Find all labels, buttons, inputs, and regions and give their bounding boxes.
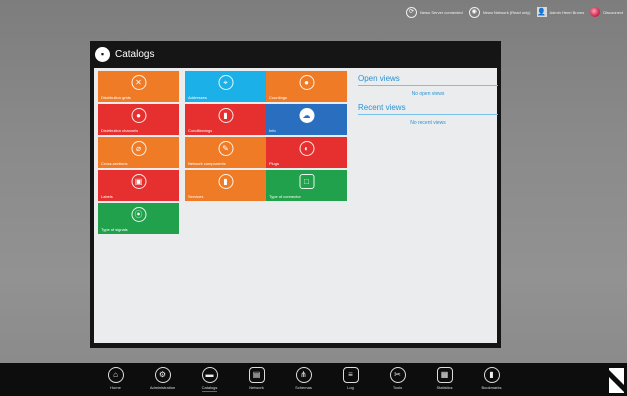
nav-tools[interactable]: ✂ Tools xyxy=(374,363,421,396)
tile-countings[interactable]: ● Countings xyxy=(266,71,347,102)
tile-label: Addresses xyxy=(188,95,207,100)
address-icon: ⌖ xyxy=(218,75,233,90)
open-views-heading: Open views xyxy=(358,74,498,86)
server-status-label: Newo Server connected xyxy=(420,9,463,15)
home-icon: ⌂ xyxy=(107,367,124,383)
pencil-icon: ✎ xyxy=(218,141,233,156)
schemas-icon: ⋔ xyxy=(295,367,312,383)
tile-label: Cross-sections xyxy=(101,161,128,166)
tile-label: Plugs xyxy=(269,161,280,166)
nav-statistics[interactable]: ▦ Statistics xyxy=(421,363,468,396)
taskbar-nav: ⌂ Home ⚙ Administration ▬ Catalogs ▤ Net… xyxy=(92,363,515,396)
connector-icon: □ xyxy=(299,174,314,189)
tile-plugs[interactable]: ◐ Plugs xyxy=(266,137,347,168)
apple-icon: ● xyxy=(131,108,146,123)
brand-logo xyxy=(604,368,624,393)
x-circle-icon: ✕ xyxy=(131,75,146,90)
window-body: ✕ Distribution grids ⌖ Addresses ● Count… xyxy=(94,68,498,343)
window-header: ▪ Catalogs xyxy=(90,41,501,68)
recent-views-empty: No recent views xyxy=(410,120,446,126)
plug-icon: ◐ xyxy=(299,141,314,156)
server-icon: ⟳ xyxy=(406,6,418,18)
tile-conditionings[interactable]: ▮ Conditionings xyxy=(185,104,266,135)
server-status[interactable]: ⟳ Newo Server connected xyxy=(406,6,463,18)
catalogs-window: ▪ Catalogs ✕ Distribution grids ⌖ Addres… xyxy=(90,41,501,348)
nav-label: Home xyxy=(110,385,121,390)
network-status-label: Newo Network (Read only) xyxy=(482,9,531,15)
nav-label: Catalogs xyxy=(201,385,218,392)
service-icon: ▮ xyxy=(218,174,233,189)
administration-icon: ⚙ xyxy=(154,367,171,383)
tile-distribution-grids[interactable]: ✕ Distribution grids xyxy=(98,71,179,102)
label-icon: ▣ xyxy=(131,174,146,189)
tile-cross-sections[interactable]: ⌀ Cross-sections xyxy=(98,137,179,168)
statistics-icon: ▦ xyxy=(436,367,453,383)
nav-label: Statistics xyxy=(436,385,453,390)
tile-network-components[interactable]: ✎ Network components xyxy=(185,137,266,168)
conditioning-icon: ▮ xyxy=(218,108,233,123)
network-icon: ▤ xyxy=(248,367,265,383)
tile-label: Conditionings xyxy=(188,128,213,133)
tile-label: Labels xyxy=(101,194,113,199)
tools-icon: ✂ xyxy=(389,367,406,383)
user-status[interactable]: 👤 Admin Henri Broms xyxy=(536,7,585,17)
nav-label: Tools xyxy=(392,385,403,390)
tile-services[interactable]: ▮ Services xyxy=(185,170,266,201)
tile-distribution-channels[interactable]: ● Distribution channels xyxy=(98,104,179,135)
network-status[interactable]: ◉ Newo Network (Read only) xyxy=(468,6,531,18)
user-status-label: Admin Henri Broms xyxy=(549,9,585,15)
tile-label: Distribution channels xyxy=(101,128,139,133)
nav-label: Bookmarks xyxy=(481,385,502,390)
signal-icon: ⦿ xyxy=(131,207,146,222)
network-icon: ◉ xyxy=(468,6,480,18)
window-title: Catalogs xyxy=(115,49,155,60)
nav-label: Network xyxy=(249,385,264,390)
tile-label: Network components xyxy=(188,161,226,166)
nav-log[interactable]: ≡ Log xyxy=(327,363,374,396)
views-panel: Open views No open views Recent views No… xyxy=(358,74,498,132)
disconnect-label: Disconnect xyxy=(603,9,623,15)
tile-label: Distribution grids xyxy=(101,95,131,100)
catalogs-icon: ▬ xyxy=(201,367,218,383)
disconnect-button[interactable]: Disconnect xyxy=(590,7,623,17)
nav-label: Schemas xyxy=(295,385,312,390)
logout-icon xyxy=(590,7,601,17)
nav-label: Administration xyxy=(149,385,176,390)
tile-label: Info xyxy=(269,128,276,133)
tile-type-of-signals[interactable]: ⦿ Type of signals xyxy=(98,203,179,234)
nav-network[interactable]: ▤ Network xyxy=(233,363,280,396)
nav-bookmarks[interactable]: ▮ Bookmarks xyxy=(468,363,515,396)
tile-label: Countings xyxy=(269,95,288,100)
nav-schemas[interactable]: ⋔ Schemas xyxy=(280,363,327,396)
user-icon: 👤 xyxy=(536,7,547,17)
bookmarks-icon: ▮ xyxy=(483,367,500,383)
nav-catalogs[interactable]: ▬ Catalogs xyxy=(186,363,233,396)
nav-label: Log xyxy=(347,385,354,390)
tile-info[interactable]: ☁ Info xyxy=(266,104,347,135)
tile-label: Type of signals xyxy=(101,227,128,232)
taskbar: ⌂ Home ⚙ Administration ▬ Catalogs ▤ Net… xyxy=(0,363,627,396)
status-bar: ⟳ Newo Server connected ◉ Newo Network (… xyxy=(406,4,623,20)
log-icon: ≡ xyxy=(342,367,359,383)
counter-icon: ● xyxy=(299,75,314,90)
nav-administration[interactable]: ⚙ Administration xyxy=(139,363,186,396)
tile-labels[interactable]: ▣ Labels xyxy=(98,170,179,201)
cloud-icon: ☁ xyxy=(299,108,314,123)
tile-label: Type of connector xyxy=(269,194,301,199)
open-views-empty: No open views xyxy=(411,91,445,97)
cross-section-icon: ⌀ xyxy=(131,141,146,156)
recent-views-heading: Recent views xyxy=(358,103,498,115)
nav-home[interactable]: ⌂ Home xyxy=(92,363,139,396)
tile-type-of-connector[interactable]: □ Type of connector xyxy=(266,170,347,201)
tile-label: Services xyxy=(188,194,204,199)
tile-addresses[interactable]: ⌖ Addresses xyxy=(185,71,266,102)
catalogs-icon: ▪ xyxy=(95,47,110,62)
